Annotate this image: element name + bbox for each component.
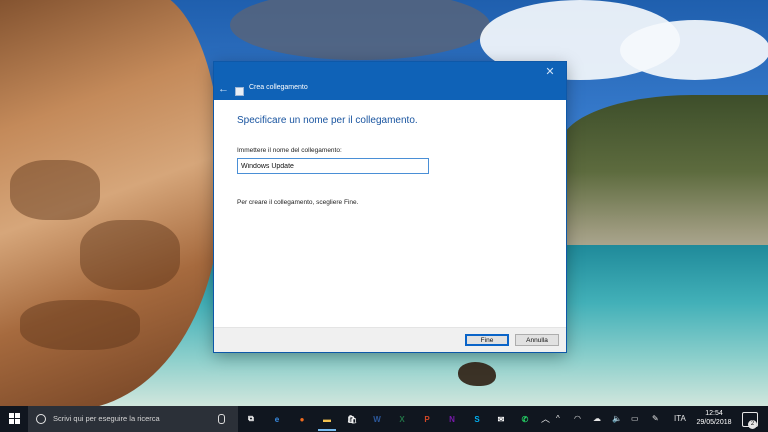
windows-logo-icon bbox=[9, 413, 14, 418]
shortcut-name-input[interactable] bbox=[237, 158, 429, 174]
dialog-titlebar: ✕ ← Crea collegamento bbox=[214, 62, 566, 100]
microphone-icon[interactable] bbox=[218, 414, 225, 424]
caret-up-icon[interactable]: ^ bbox=[556, 414, 560, 423]
cortana-icon bbox=[36, 414, 46, 424]
taskbar-word-icon[interactable]: W bbox=[368, 410, 386, 428]
windows-logo-icon bbox=[15, 413, 20, 418]
finish-button[interactable]: Fine bbox=[465, 334, 509, 346]
dialog-footer: Fine Annulla bbox=[214, 327, 566, 352]
shortcut-name-label: Immettere il nome del collegamento: bbox=[237, 147, 342, 154]
wallpaper-cloud bbox=[620, 20, 768, 80]
taskbar-onenote-icon[interactable]: N bbox=[443, 410, 461, 428]
shortcut-icon bbox=[235, 87, 244, 96]
wallpaper-rock-detail bbox=[10, 160, 100, 220]
taskbar-excel-icon[interactable]: X bbox=[393, 410, 411, 428]
back-arrow-icon[interactable]: ← bbox=[218, 83, 229, 95]
taskbar-skype-icon[interactable]: S bbox=[468, 410, 486, 428]
clock-date: 29/05/2018 bbox=[696, 419, 732, 426]
taskbar-store-icon[interactable]: 🛍 bbox=[343, 410, 361, 428]
battery-icon[interactable]: ▭ bbox=[631, 414, 639, 423]
cancel-button[interactable]: Annulla bbox=[515, 334, 559, 346]
windows-logo-icon bbox=[15, 419, 20, 424]
instruction-text: Per creare il collegamento, scegliere Fi… bbox=[237, 199, 359, 206]
taskbar-firefox-icon[interactable]: ● bbox=[293, 410, 311, 428]
network-icon[interactable]: ◠ bbox=[574, 414, 581, 423]
taskbar-whatsapp-icon[interactable]: ✆ bbox=[516, 410, 534, 428]
search-box[interactable]: Scrivi qui per eseguire la ricerca bbox=[28, 406, 238, 432]
wallpaper-hill bbox=[560, 95, 768, 265]
taskbar-edge-icon[interactable]: e bbox=[268, 410, 286, 428]
hidden-icons-chevron[interactable]: ︿ bbox=[541, 412, 550, 425]
wallpaper-stone bbox=[458, 362, 496, 386]
notification-count: 2 bbox=[748, 420, 757, 429]
taskbar-file-explorer-icon[interactable]: ▬ bbox=[318, 410, 336, 431]
taskbar-mail-icon[interactable]: ✉ bbox=[492, 410, 510, 428]
clock-time: 12:54 bbox=[705, 410, 723, 417]
dialog-heading: Specificare un nome per il collegamento. bbox=[237, 115, 418, 126]
create-shortcut-dialog: ✕ ← Crea collegamento Specificare un nom… bbox=[214, 62, 566, 352]
windows-logo-icon bbox=[9, 419, 14, 424]
wallpaper-rock-detail bbox=[20, 300, 140, 350]
wallpaper-rock-detail bbox=[80, 220, 180, 290]
taskbar-powerpoint-icon[interactable]: P bbox=[418, 410, 436, 428]
onedrive-icon[interactable]: ☁ bbox=[593, 414, 601, 423]
search-placeholder: Scrivi qui per eseguire la ricerca bbox=[53, 414, 160, 423]
start-button[interactable] bbox=[9, 413, 21, 425]
pen-icon[interactable]: ✎ bbox=[652, 414, 659, 423]
language-indicator[interactable]: ITA bbox=[674, 414, 686, 423]
clock[interactable]: 12:54 29/05/2018 bbox=[694, 409, 734, 427]
volume-icon[interactable]: 🔈 bbox=[612, 414, 622, 423]
taskbar-task-view-icon[interactable]: ⧉ bbox=[242, 410, 260, 428]
taskbar: Scrivi qui per eseguire la ricerca ⧉ e ● ▬ 🛍… bbox=[0, 406, 768, 432]
dialog-title: Crea collegamento bbox=[249, 84, 308, 91]
close-icon[interactable]: ✕ bbox=[542, 65, 558, 79]
